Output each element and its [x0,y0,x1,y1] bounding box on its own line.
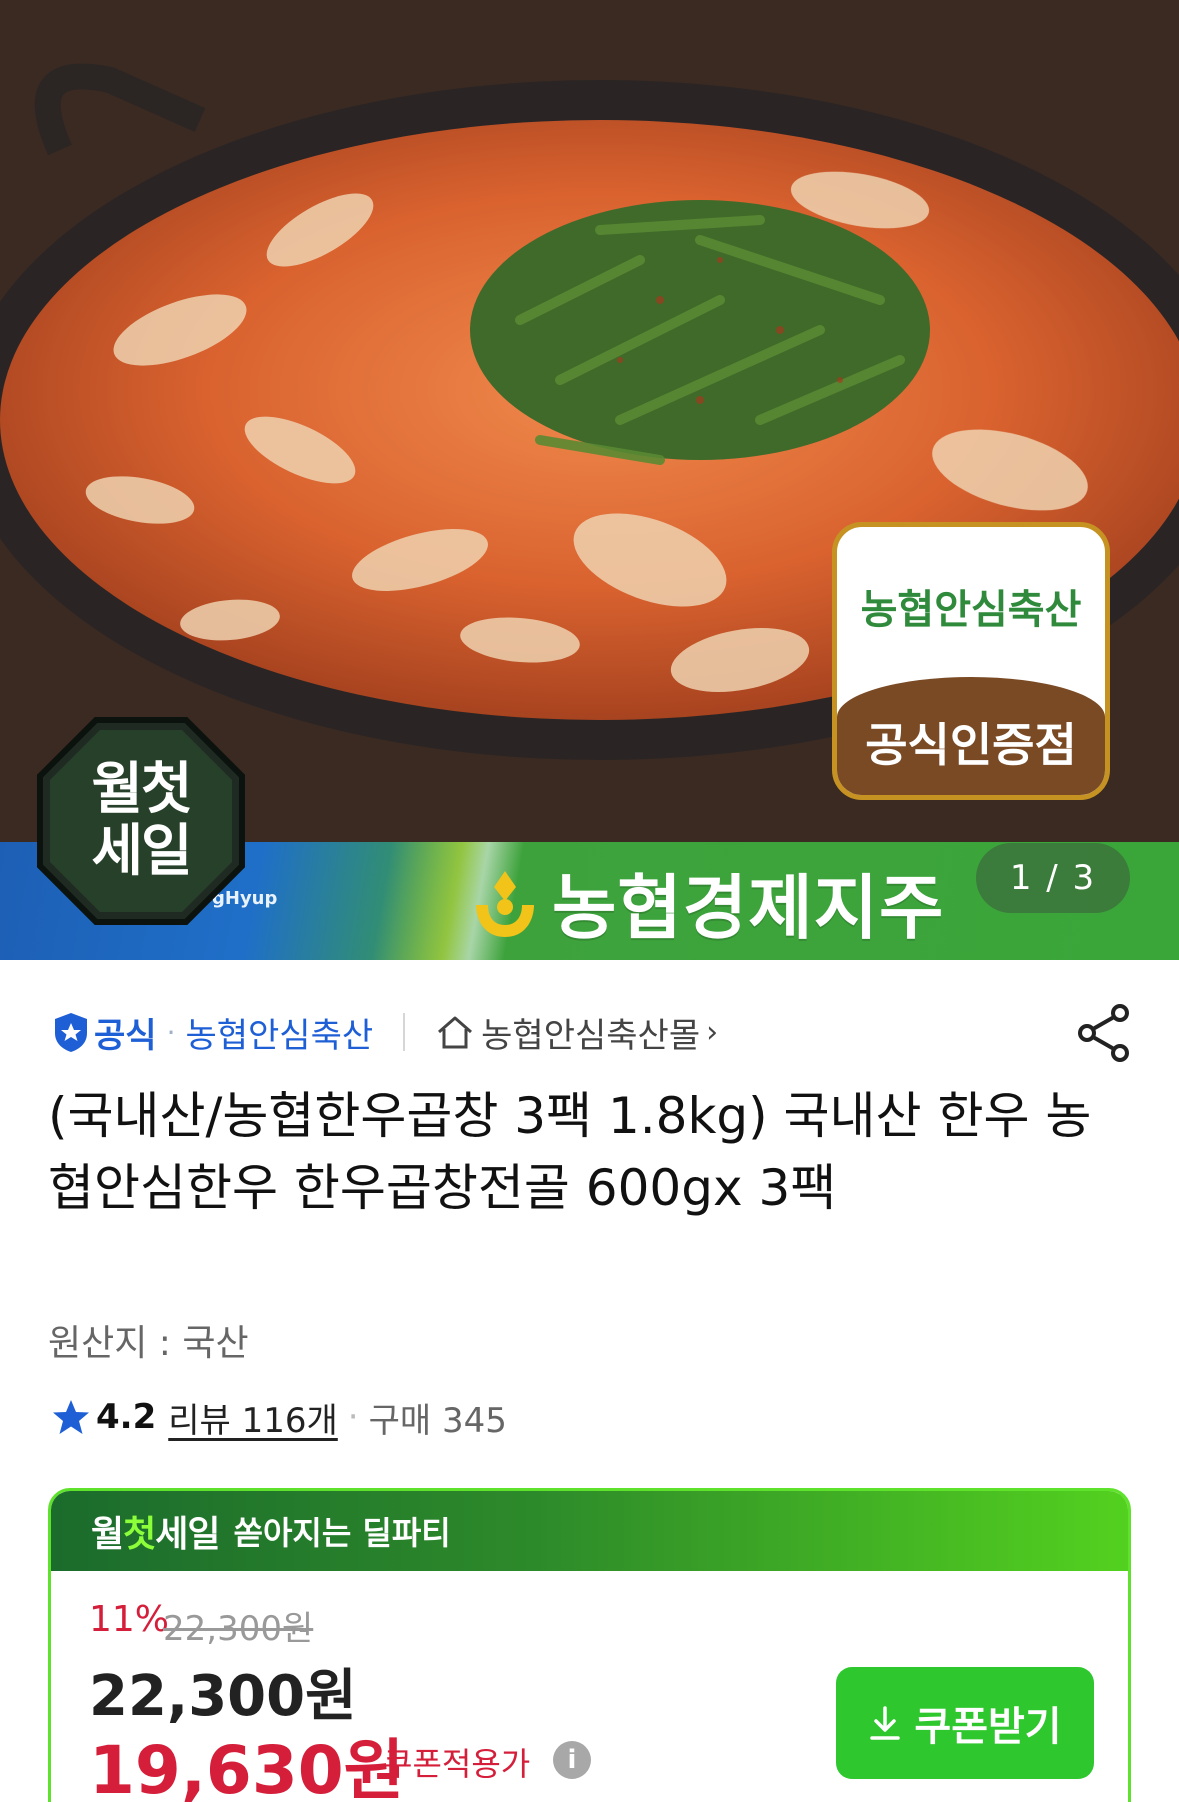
deal-logo: 월첫세일 [91,1505,221,1557]
get-coupon-label: 쿠폰받기 [914,1704,1062,1750]
sale-emblem-line2: 세일 [91,819,192,884]
cert-badge-title: 농협안심축산 [860,587,1082,633]
monthly-sale-emblem: 월첫 세일 [36,716,246,926]
seller-name-link[interactable]: 농협안심축산 [185,1008,373,1057]
product-origin: 원산지 : 국산 [48,1323,249,1364]
deal-header: 월첫세일 쏟아지는 딜파티 [51,1491,1128,1571]
star-icon [53,1400,89,1434]
brand-logo-lockup: 농협경제지주 [474,852,944,953]
carousel-page-indicator: 1 / 3 [976,843,1130,913]
mall-link[interactable]: 농협안심축산몰 [481,1008,700,1057]
seller-separator: · [166,1015,176,1049]
review-count-link[interactable]: 리뷰 116개 [168,1393,338,1442]
seller-row: 공식 · 농협안심축산 농협안심축산몰 › [52,1004,718,1060]
deal-logo-suffix: 세일 [155,1514,220,1555]
discount-rate: 11% [89,1599,170,1640]
deal-price-box: 월첫세일 쏟아지는 딜파티 11% 22,300원 22,300원 19,630… [48,1488,1131,1802]
certification-badge: 농협안심축산 공식인증점 [832,522,1110,800]
share-icon[interactable] [1076,1003,1132,1063]
get-coupon-button[interactable]: 쿠폰받기 [836,1667,1094,1779]
info-icon[interactable]: i [553,1741,591,1779]
rating-value: 4.2 [96,1397,157,1437]
rating-row: 4.2 리뷰 116개 · 구매 345 [52,1392,507,1442]
nonghyup-logo-icon [476,870,534,937]
product-title: (국내산/농협한우곱창 3팩 1.8kg) 국내산 한우 농협안심한우 한우곱창… [48,1087,1092,1217]
cert-badge-subtitle: 공식인증점 [837,677,1105,795]
deal-subtitle: 쏟아지는 딜파티 [233,1514,451,1552]
coupon-price-label: 쿠폰적용가 [383,1745,531,1783]
chevron-right-icon: › [706,1014,719,1050]
rating-separator: · [347,1397,359,1437]
download-icon [870,1706,901,1740]
deal-logo-highlight: 첫 [123,1514,156,1555]
deal-logo-prefix: 월 [91,1514,124,1555]
official-label: 공식 [94,1015,157,1056]
coupon-price: 19,630원 [89,1732,405,1802]
original-price: 22,300원 [163,1609,314,1649]
official-shield-icon [55,1013,87,1052]
product-image-carousel[interactable]: 농협안심축산 공식인증점 gHyup 농협경제지주 1 / 3 월첫 세일 [0,0,1179,960]
banner-brand-text: 농협경제지주 [552,867,945,949]
home-icon [438,1016,473,1049]
divider [403,1013,406,1051]
purchase-count: 구매 345 [368,1400,507,1441]
sale-emblem-line1: 월첫 [91,757,192,822]
